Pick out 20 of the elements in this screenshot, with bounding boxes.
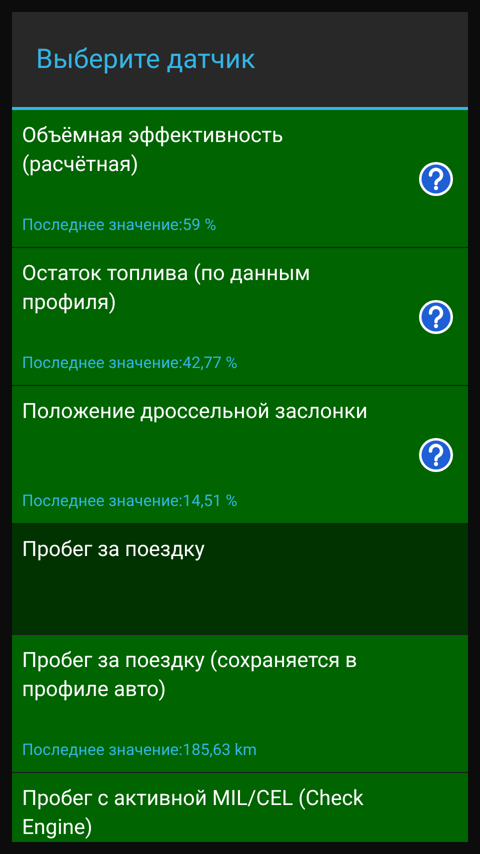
sensor-item[interactable]: Объёмная эффективность (расчётная) Последнее значение:59 % <box>12 110 468 247</box>
last-value: Последнее значение:14,51 % <box>22 491 238 511</box>
dialog-title: Выберите датчик <box>36 42 256 78</box>
sensor-title: Объёмная эффективность (расчётная) <box>22 123 284 179</box>
last-value: Последнее значение:185,63 km <box>22 740 258 760</box>
sensor-title: Пробег за поездку <box>22 537 206 564</box>
sensor-item[interactable]: Остаток топлива (по данным профиля) Последнее значение:42,77 % <box>12 248 468 385</box>
sensor-item[interactable]: Пробег с активной MIL/CEL (Check Engine) <box>12 773 468 842</box>
help-icon[interactable] <box>418 436 454 472</box>
sensor-item[interactable]: Пробег за поездку <box>12 524 468 634</box>
sensor-title: Положение дроссельной заслонки <box>22 399 369 426</box>
help-icon[interactable] <box>418 160 454 196</box>
sensor-title: Остаток топлива (по данным профиля) <box>22 261 312 317</box>
last-value: Последнее значение:59 % <box>22 215 218 235</box>
sensor-title: Пробег с активной MIL/CEL (Check Engine) <box>22 786 364 842</box>
sensor-item[interactable]: Положение дроссельной заслонки Последнее значение:14,51 % <box>12 386 468 523</box>
sensor-title: Пробег за поездку (сохраняется в профиле авто) <box>22 648 358 704</box>
last-value: Последнее значение:42,77 % <box>22 353 238 373</box>
help-icon[interactable] <box>418 298 454 334</box>
sensor-item[interactable]: Пробег за поездку (сохраняется в профиле авто) Последнее значение:185,63 km <box>12 635 468 772</box>
